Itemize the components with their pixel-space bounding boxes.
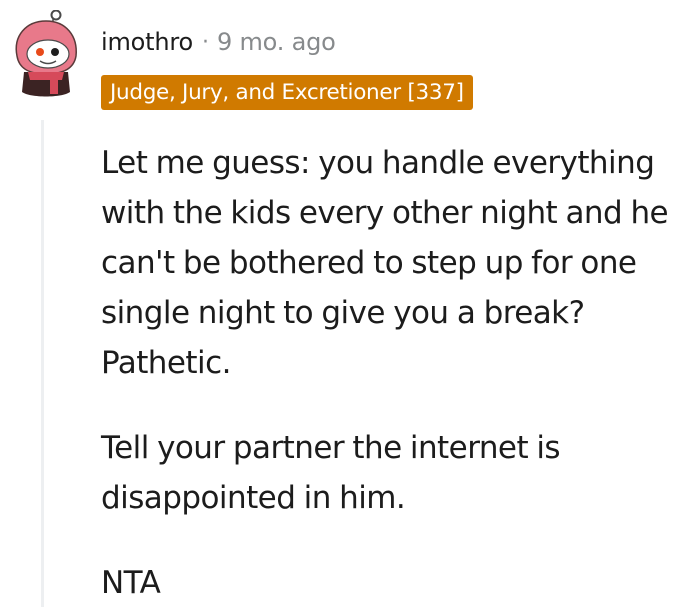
thread-line[interactable] [41, 120, 44, 607]
comment-timestamp[interactable]: 9 mo. ago [217, 28, 336, 56]
comment-paragraph: Let me guess: you handle everything with… [101, 145, 669, 381]
comment-paragraph: NTA [101, 565, 161, 601]
meta-separator: · [201, 29, 209, 55]
snoo-avatar-icon[interactable] [10, 9, 82, 100]
comment-paragraph: Tell your partner the internet is disapp… [101, 430, 561, 516]
author-username[interactable]: imothro [101, 28, 193, 56]
user-flair: Judge, Jury, and Excretioner [337] [101, 75, 473, 110]
comment-meta: imothro · 9 mo. ago [101, 26, 336, 58]
